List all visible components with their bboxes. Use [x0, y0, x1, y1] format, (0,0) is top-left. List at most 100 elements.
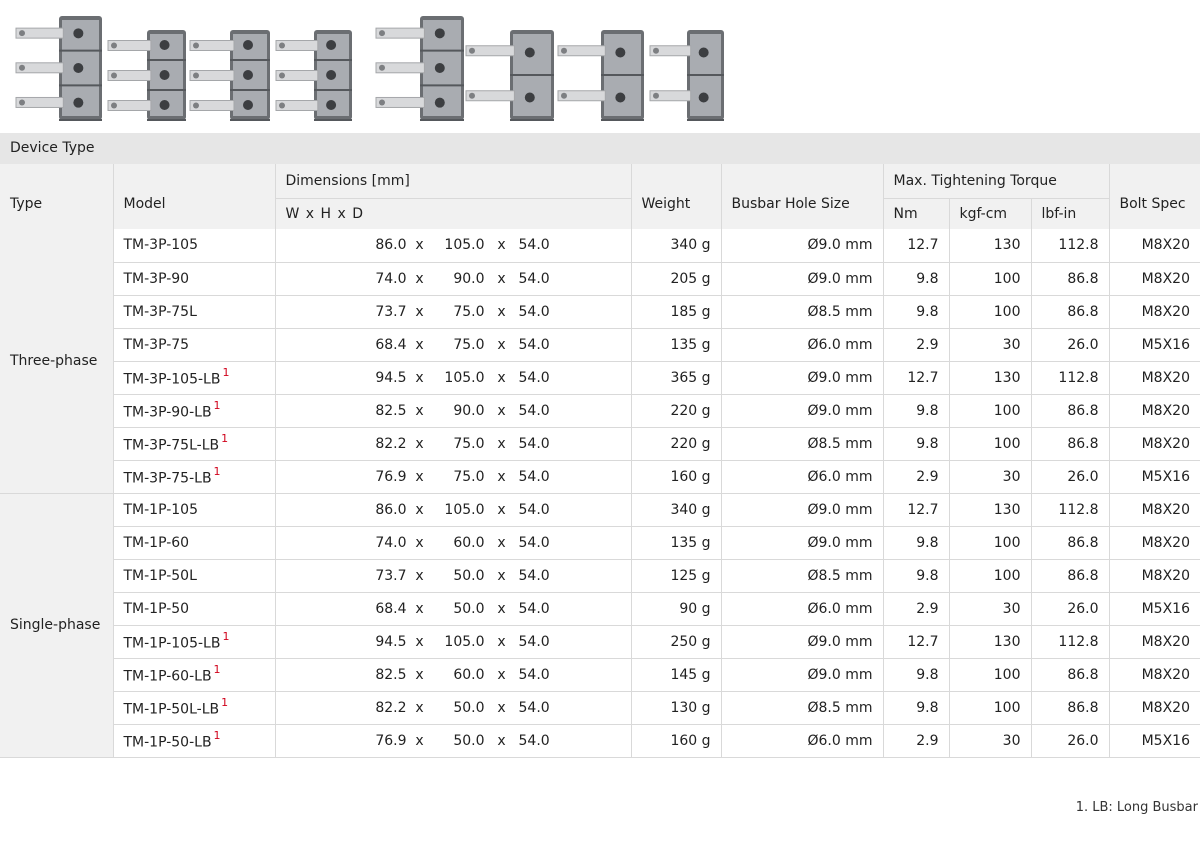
dim-separator: x — [497, 600, 506, 617]
table-row: TM-3P-90-LB 1 82.5 x 90.0 x 54.0 220 g Ø9.0… — [0, 394, 1200, 428]
bolt-spec-cell: M5X16 — [1108, 592, 1200, 626]
torque-nm-cell: 9.8 — [882, 295, 949, 329]
dim-width: 74.0 — [375, 534, 407, 551]
dim-separator: x — [497, 534, 506, 551]
header-dimensions: Dimensions [mm] — [274, 164, 631, 199]
torque-nm-cell: 12.7 — [882, 361, 949, 395]
dim-width: 74.0 — [375, 270, 407, 287]
type-cell: Three-phase — [0, 229, 113, 494]
bolt-spec-cell: M8X20 — [1108, 526, 1200, 560]
header-torque-lbf: lbf-in — [1030, 198, 1109, 229]
dimensions-cell: 68.4 x 50.0 x 54.0 — [274, 592, 631, 626]
dim-separator: x — [415, 336, 424, 353]
dim-separator: x — [415, 303, 424, 320]
bolt-spec-cell: M8X20 — [1108, 559, 1200, 593]
dim-height: 60.0 — [453, 666, 485, 683]
model-cell: TM-3P-90-LB 1 — [112, 394, 275, 428]
dim-separator: x — [497, 336, 506, 353]
busbar-hole-cell: Ø6.0 mm — [720, 328, 883, 362]
torque-kgf-cell: 30 — [948, 328, 1031, 362]
table-row: TM-3P-75-LB 1 76.9 x 75.0 x 54.0 160 g Ø6.0… — [0, 460, 1200, 494]
busbar-hole-cell: Ø9.0 mm — [720, 658, 883, 692]
torque-nm-cell: 9.8 — [882, 658, 949, 692]
torque-kgf-cell: 100 — [948, 295, 1031, 329]
table-row: Three-phase TM-3P-105 86.0 x 105.0 x 54.0… — [0, 229, 1200, 494]
bolt-spec-cell: M8X20 — [1108, 658, 1200, 692]
dim-width: 82.2 — [375, 699, 407, 716]
dim-width: 68.4 — [375, 600, 407, 617]
weight-cell: 135 g — [630, 328, 721, 362]
model-name: TM-1P-50L — [123, 567, 197, 584]
model-name: TM-1P-60 — [123, 534, 190, 551]
dim-separator: x — [497, 237, 506, 254]
dim-separator: x — [497, 303, 506, 320]
model-cell: TM-1P-50L — [112, 559, 275, 593]
weight-cell: 220 g — [630, 427, 721, 461]
dimensions-cell: 76.9 x 50.0 x 54.0 — [274, 724, 631, 758]
model-cell: TM-1P-50L-LB 1 — [112, 691, 275, 725]
terminal-block-image — [375, 16, 464, 121]
model-cell: TM-3P-105 — [112, 229, 275, 263]
dim-depth: 54.0 — [518, 303, 550, 320]
table-row: TM-1P-50-LB 1 76.9 x 50.0 x 54.0 160 g Ø6.0… — [0, 724, 1200, 758]
torque-nm-cell: 2.9 — [882, 460, 949, 494]
model-cell: TM-3P-75 — [112, 328, 275, 362]
dim-width: 94.5 — [375, 369, 407, 386]
busbar-hole-cell: Ø9.0 mm — [720, 493, 883, 527]
dim-separator: x — [497, 633, 506, 650]
torque-kgf-cell: 30 — [948, 724, 1031, 758]
torque-kgf-cell: 100 — [948, 526, 1031, 560]
header-dimensions-sub: W x H x D — [274, 198, 631, 229]
dim-depth: 54.0 — [518, 567, 550, 584]
bolt-spec-cell: M8X20 — [1108, 427, 1200, 461]
dimensions-cell: 82.2 x 75.0 x 54.0 — [274, 427, 631, 461]
torque-lbf-cell: 112.8 — [1030, 361, 1109, 395]
dimensions-cell: 82.5 x 90.0 x 54.0 — [274, 394, 631, 428]
torque-lbf-cell: 86.8 — [1030, 394, 1109, 428]
torque-kgf-cell: 100 — [948, 394, 1031, 428]
torque-lbf-cell: 26.0 — [1030, 592, 1109, 626]
busbar-hole-cell: Ø9.0 mm — [720, 394, 883, 428]
header-type: Type — [0, 164, 113, 229]
terminal-block-image — [107, 30, 186, 121]
header-busbar-hole: Busbar Hole Size — [720, 164, 883, 229]
dim-width: 73.7 — [375, 567, 407, 584]
terminal-block-product-images — [15, 16, 724, 121]
footnote-marker: 1 — [213, 728, 221, 742]
dim-width: 82.2 — [375, 435, 407, 452]
dim-separator: x — [415, 501, 424, 518]
model-name: TM-3P-75-LB — [123, 470, 212, 487]
table-row: TM-3P-105-LB 1 94.5 x 105.0 x 54.0 365 g Ø9… — [0, 361, 1200, 395]
torque-nm-cell: 9.8 — [882, 691, 949, 725]
dim-separator: x — [415, 468, 424, 485]
terminal-block-image — [465, 30, 554, 121]
torque-kgf-cell: 30 — [948, 592, 1031, 626]
torque-lbf-cell: 26.0 — [1030, 328, 1109, 362]
dim-height: 75.0 — [453, 435, 485, 452]
busbar-hole-cell: Ø9.0 mm — [720, 229, 883, 263]
dim-width: 76.9 — [375, 732, 407, 749]
dimensions-cell: 86.0 x 105.0 x 54.0 — [274, 229, 631, 263]
bolt-spec-cell: M8X20 — [1108, 229, 1200, 263]
torque-lbf-cell: 86.8 — [1030, 691, 1109, 725]
bolt-spec-cell: M8X20 — [1108, 691, 1200, 725]
torque-kgf-cell: 130 — [948, 229, 1031, 263]
dim-height: 50.0 — [453, 567, 485, 584]
table-row: TM-3P-75L-LB 1 82.2 x 75.0 x 54.0 220 g Ø8.… — [0, 427, 1200, 461]
model-cell: TM-1P-60 — [112, 526, 275, 560]
header-bolt-spec: Bolt Spec — [1108, 164, 1200, 229]
weight-cell: 160 g — [630, 724, 721, 758]
weight-cell: 220 g — [630, 394, 721, 428]
device-type-bar: Device Type — [0, 133, 1200, 164]
torque-lbf-cell: 86.8 — [1030, 295, 1109, 329]
model-name: TM-3P-75 — [123, 336, 190, 353]
dim-depth: 54.0 — [518, 369, 550, 386]
dim-width: 94.5 — [375, 633, 407, 650]
model-cell: TM-3P-75L — [112, 295, 275, 329]
model-name: TM-1P-50 — [123, 600, 190, 617]
dim-separator: x — [415, 369, 424, 386]
dim-width: 82.5 — [375, 402, 407, 419]
model-cell: TM-1P-50-LB 1 — [112, 724, 275, 758]
weight-cell: 160 g — [630, 460, 721, 494]
dim-separator: x — [497, 567, 506, 584]
